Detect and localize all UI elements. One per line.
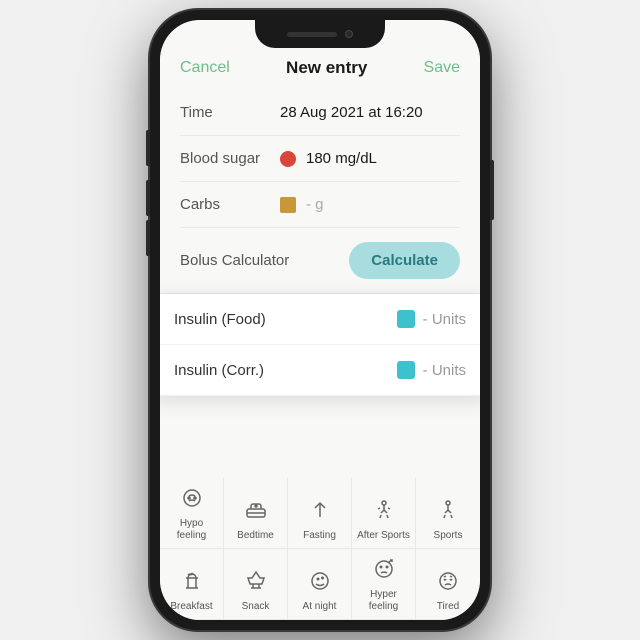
snack-label: Snack (242, 601, 270, 613)
bolus-section: Bolus Calculator Calculate (160, 228, 480, 294)
time-value[interactable]: 28 Aug 2021 at 16:20 (280, 104, 423, 121)
bolus-label: Bolus Calculator (180, 252, 289, 269)
tag-bedtime[interactable]: Bedtime (224, 478, 288, 549)
tag-breakfast[interactable]: Breakfast (160, 549, 224, 620)
carbs-row: Carbs - g (180, 182, 460, 228)
tags-section: Hypo feeling Bedtime (160, 478, 480, 620)
tags-grid-row1: Hypo feeling Bedtime (160, 478, 480, 620)
blood-sugar-row: Blood sugar 180 mg/dL (180, 136, 460, 182)
at-night-icon (308, 569, 332, 597)
time-row: Time 28 Aug 2021 at 16:20 (180, 90, 460, 136)
carbs-text: - g (306, 196, 324, 213)
time-label: Time (180, 104, 280, 121)
form-section: Time 28 Aug 2021 at 16:20 Blood sugar 18… (160, 90, 480, 228)
bedtime-label: Bedtime (237, 530, 274, 542)
after-sports-icon (372, 498, 396, 526)
carbs-value[interactable]: - g (280, 196, 324, 213)
breakfast-label: Breakfast (170, 601, 212, 613)
insulin-food-label: Insulin (Food) (174, 311, 266, 328)
at-night-label: At night (303, 601, 337, 613)
insulin-corr-value: - Units (423, 362, 466, 379)
tired-label: Tired (437, 601, 459, 613)
tired-icon (436, 569, 460, 597)
save-button[interactable]: Save (424, 59, 460, 77)
tag-after-sports[interactable]: After Sports (352, 478, 416, 549)
insulin-corr-color (397, 361, 415, 379)
tag-hyper-feeling[interactable]: Hyper feeling (352, 549, 416, 620)
snack-icon (244, 569, 268, 597)
insulin-food-value: - Units (423, 311, 466, 328)
insulin-food-card[interactable]: Insulin (Food) - Units (160, 294, 480, 345)
after-sports-label: After Sports (357, 530, 410, 542)
hypo-feeling-icon (180, 486, 204, 514)
sports-label: Sports (434, 530, 463, 542)
tag-at-night[interactable]: At night (288, 549, 352, 620)
tag-tired[interactable]: Tired (416, 549, 480, 620)
blood-sugar-value[interactable]: 180 mg/dL (280, 150, 377, 167)
page-title: New entry (286, 58, 367, 78)
tag-hypo-feeling[interactable]: Hypo feeling (160, 478, 224, 549)
sports-icon (436, 498, 460, 526)
fasting-icon (308, 498, 332, 526)
tag-sports[interactable]: Sports (416, 478, 480, 549)
hyper-feeling-label: Hyper feeling (356, 589, 411, 613)
blood-sugar-text: 180 mg/dL (306, 150, 377, 167)
hyper-feeling-icon (372, 557, 396, 585)
insulin-cards: Insulin (Food) - Units Insulin (Corr.) -… (160, 294, 480, 396)
blood-sugar-dot (280, 151, 296, 167)
cancel-button[interactable]: Cancel (180, 59, 230, 77)
tag-snack[interactable]: Snack (224, 549, 288, 620)
bedtime-icon (244, 498, 268, 526)
carbs-label: Carbs (180, 196, 280, 213)
tag-fasting[interactable]: Fasting (288, 478, 352, 549)
fasting-label: Fasting (303, 530, 336, 542)
insulin-corr-label: Insulin (Corr.) (174, 362, 264, 379)
blood-sugar-label: Blood sugar (180, 150, 280, 167)
carbs-color-square (280, 197, 296, 213)
calculate-button[interactable]: Calculate (349, 242, 460, 279)
hypo-feeling-label: Hypo feeling (164, 518, 219, 542)
breakfast-icon (180, 569, 204, 597)
insulin-corr-card[interactable]: Insulin (Corr.) - Units (160, 345, 480, 396)
insulin-food-color (397, 310, 415, 328)
